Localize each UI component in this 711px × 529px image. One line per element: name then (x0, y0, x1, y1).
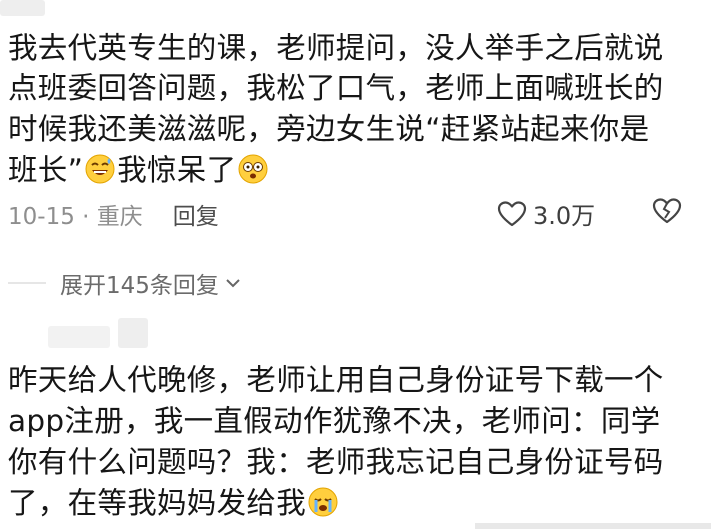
crying-face-emoji (308, 487, 338, 517)
comment-line-with-emoji: 班长” 我惊呆了 (8, 150, 270, 191)
comment-text: 我惊呆了 (117, 153, 237, 187)
shocked-face-emoji (238, 154, 268, 184)
broken-heart-icon[interactable] (652, 197, 682, 225)
comment-text: 班长” (8, 153, 84, 187)
like-count: 3.0万 (533, 202, 596, 230)
expand-replies-button[interactable]: 展开145条回复 (8, 266, 241, 300)
comment-line: 时候我还美滋滋呢，旁边女生说“赶紧站起来你是 (8, 112, 650, 146)
comment-line: 你有什么问题吗？我：老师我忘记自己身份证号码 (8, 445, 664, 479)
chevron-down-icon (226, 279, 240, 288)
comment-line: 点班委回答问题，我松了口气，老师上面喊班长的 (8, 71, 664, 105)
comment-meta: 10-15 · 重庆 回复 (8, 197, 219, 231)
expand-replies-label: 展开145条回复 (60, 273, 219, 299)
bottom-edge-shade (475, 523, 711, 529)
grinning-sweat-emoji (85, 154, 115, 184)
divider-dash (8, 282, 46, 284)
comment-text: 了，在等我妈妈发给我 (8, 486, 307, 520)
blurred-username (0, 0, 45, 16)
comment-line: 昨天给人代晚修，老师让用自己身份证号下载一个 (8, 363, 664, 397)
heart-outline-icon (497, 200, 527, 226)
comment-line: app注册，我一直假动作犹豫不决，老师问：同学 (8, 404, 661, 438)
reply-button[interactable]: 回复 (173, 197, 219, 231)
like-button[interactable]: 3.0万 (497, 196, 595, 231)
comment-line-with-emoji: 了，在等我妈妈发给我 (8, 483, 340, 524)
comment-line: 我去代英专生的课，老师提问，没人举手之后就说 (8, 31, 664, 65)
date-location: 10-15 · 重庆 (8, 204, 143, 230)
blurred-avatar (118, 318, 148, 348)
blurred-username (48, 326, 110, 348)
